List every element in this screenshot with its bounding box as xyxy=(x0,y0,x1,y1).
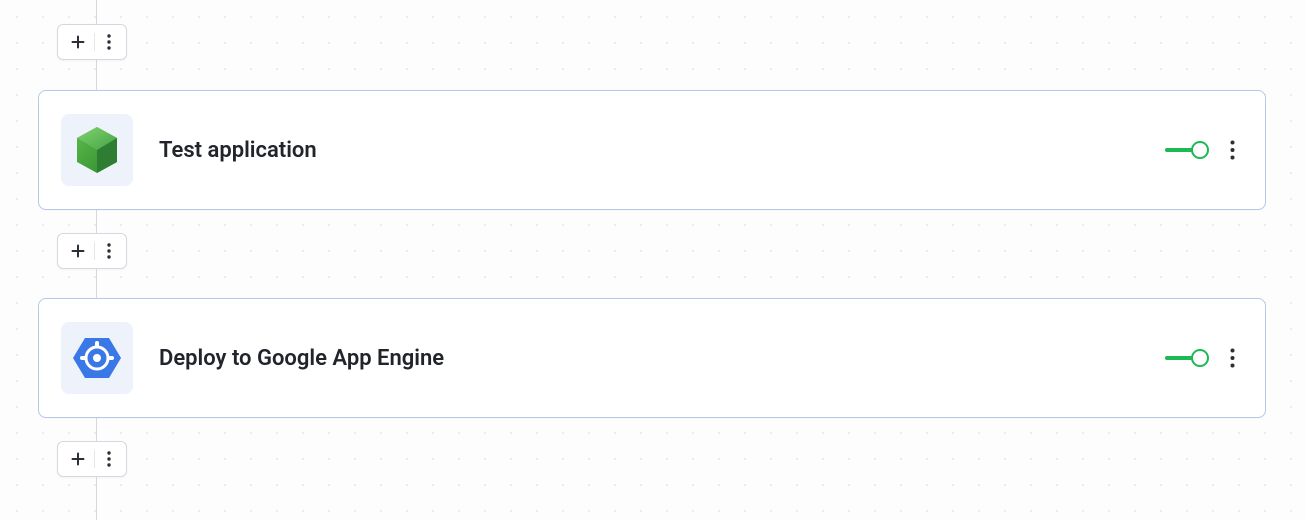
divider xyxy=(94,450,95,468)
step-title: Deploy to Google App Engine xyxy=(159,346,1165,371)
pipeline-step-card[interactable]: Deploy to Google App Engine xyxy=(38,298,1266,418)
google-app-engine-icon xyxy=(72,335,122,381)
divider xyxy=(94,33,95,51)
more-vertical-icon[interactable] xyxy=(1223,136,1241,164)
step-actions xyxy=(1165,136,1241,164)
add-step-pill xyxy=(57,233,127,269)
step-actions xyxy=(1165,344,1241,372)
node-icon xyxy=(75,125,119,175)
plus-icon[interactable] xyxy=(68,241,88,261)
step-icon-box xyxy=(61,114,133,186)
more-vertical-icon[interactable] xyxy=(100,239,118,263)
step-icon-box xyxy=(61,322,133,394)
enable-toggle[interactable] xyxy=(1165,140,1209,160)
step-title: Test application xyxy=(159,138,1165,163)
divider xyxy=(94,242,95,260)
more-vertical-icon[interactable] xyxy=(100,447,118,471)
add-step-pill xyxy=(57,24,127,60)
pipeline-step-card[interactable]: Test application xyxy=(38,90,1266,210)
add-step-pill xyxy=(57,441,127,477)
more-vertical-icon[interactable] xyxy=(100,30,118,54)
plus-icon[interactable] xyxy=(68,449,88,469)
more-vertical-icon[interactable] xyxy=(1223,344,1241,372)
enable-toggle[interactable] xyxy=(1165,348,1209,368)
plus-icon[interactable] xyxy=(68,32,88,52)
